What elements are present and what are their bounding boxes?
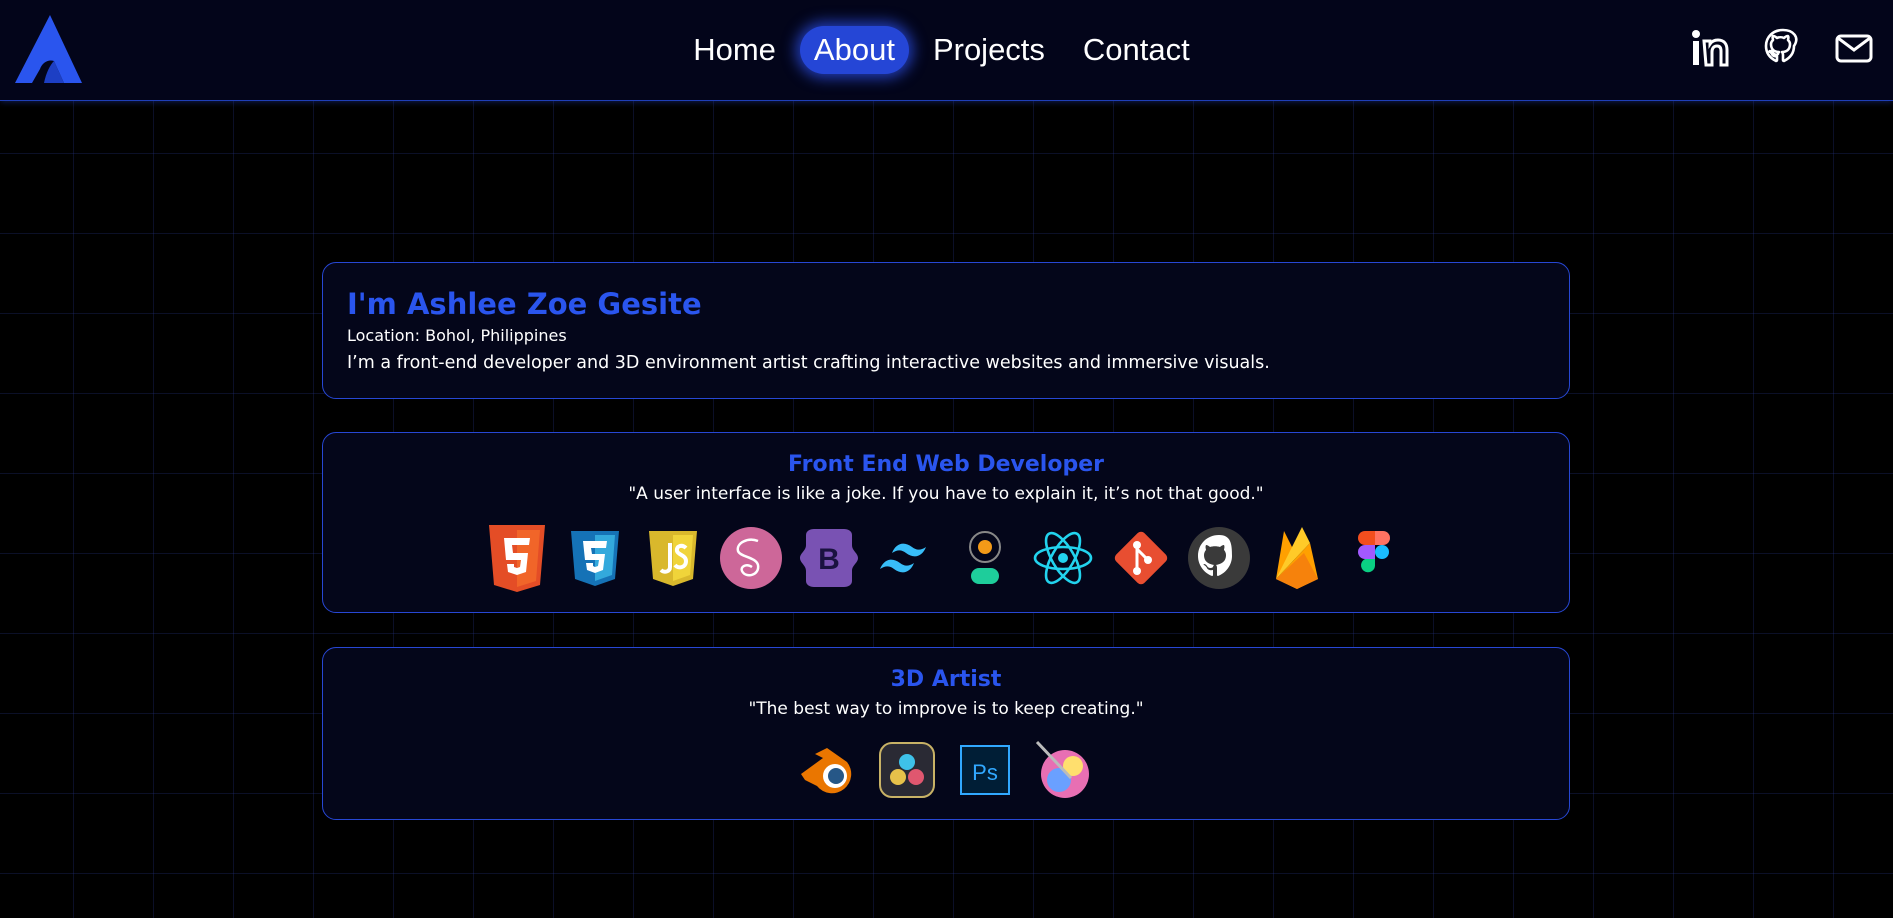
intro-name: I'm Ashlee Zoe Gesite [347,287,702,321]
artist-card: 3D Artist "The best way to improve is to… [322,647,1570,820]
css3-icon [562,523,628,593]
sass-icon [718,523,784,593]
frontend-quote: "A user interface is like a joke. If you… [628,484,1264,504]
davinci-resolve-icon [874,740,940,800]
javascript-icon [640,523,706,593]
nav-link-home[interactable]: Home [679,26,790,74]
html5-icon [484,523,550,593]
github-logo-icon [1186,523,1252,593]
svg-text:Ps: Ps [972,760,998,785]
artist-skill-icons: Ps [323,740,1569,800]
react-icon [1030,523,1096,593]
artist-quote: "The best way to improve is to keep crea… [748,699,1144,719]
main-nav: Home About Projects Contact [0,0,1893,100]
krita-icon [1030,740,1096,800]
artist-title: 3D Artist [890,667,1002,692]
intro-card: I'm Ashlee Zoe Gesite Location: Bohol, P… [322,262,1570,399]
firebase-icon [1264,523,1330,593]
linkedin-icon[interactable] [1688,26,1732,70]
tailwind-icon [874,523,940,593]
nav-link-contact[interactable]: Contact [1069,26,1204,74]
frontend-card: Front End Web Developer "A user interfac… [322,432,1570,613]
nav-link-projects[interactable]: Projects [919,26,1059,74]
svg-text:B: B [818,543,840,576]
frontend-title: Front End Web Developer [788,452,1104,477]
mail-icon[interactable] [1832,26,1876,70]
blender-icon [796,740,862,800]
frontend-skill-icons: B [323,523,1569,593]
github-icon[interactable] [1761,26,1805,70]
photoshop-icon: Ps [952,740,1018,800]
intro-description: I’m a front-end developer and 3D environ… [347,353,1270,373]
intro-location: Location: Bohol, Philippines [347,326,567,345]
figma-icon [1342,523,1408,593]
nav-link-about[interactable]: About [799,26,909,74]
greensock-icon [952,523,1018,593]
git-icon [1108,523,1174,593]
navbar: Home About Projects Contact [0,0,1893,101]
bootstrap-icon: B [796,523,862,593]
